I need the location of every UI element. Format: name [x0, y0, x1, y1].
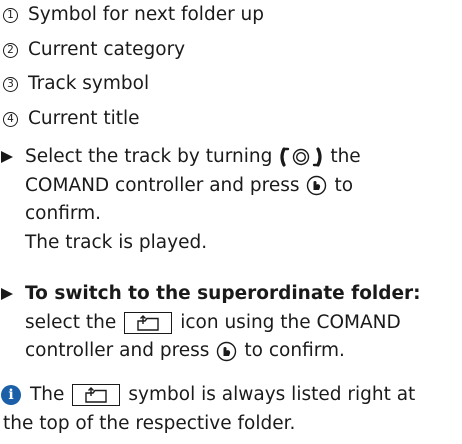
- manual-page: 1 Symbol for next folder up 2 Current ca…: [0, 0, 462, 444]
- legend-item-2: 2 Current category: [3, 36, 185, 64]
- folder-up-icon: [124, 311, 173, 334]
- step-switch-folder: To switch to the superordinate folder: s…: [0, 280, 421, 366]
- step-line-1: Select the track by turning the: [0, 143, 361, 172]
- info-icon: i: [1, 385, 21, 406]
- legend-item-3: 3 Track symbol: [3, 70, 149, 98]
- step-heading: To switch to the superordinate folder:: [25, 283, 421, 304]
- step-text: to confirm.: [244, 340, 345, 361]
- press-controller-icon: [307, 176, 327, 196]
- step-result: The track is played.: [0, 229, 361, 258]
- step-text: select the: [25, 311, 117, 333]
- turn-controller-icon: [279, 147, 323, 167]
- note-text: the top of the respective folder.: [3, 412, 296, 434]
- note-text: symbol is always listed right at: [128, 384, 416, 405]
- legend-text-3: Track symbol: [28, 73, 150, 94]
- step-line-2: select the icon using the COMAND: [0, 309, 421, 338]
- callout-number-2: 2: [3, 42, 18, 58]
- step-text: Select the track by turning: [25, 146, 273, 167]
- step-line-3: confirm.: [0, 200, 361, 229]
- step-line-3: controller and press to confirm.: [0, 337, 421, 366]
- info-note: i The symbol is always listed right at t…: [0, 381, 415, 438]
- step-text: controller and press: [25, 340, 210, 361]
- folder-up-icon: [72, 384, 121, 407]
- step-text: icon using the COMAND: [180, 311, 401, 333]
- legend-item-1: 1 Symbol for next folder up: [3, 1, 264, 29]
- callout-number-3: 3: [3, 76, 18, 92]
- step-line-2: COMAND controller and press to: [0, 172, 361, 201]
- legend-text-2: Current category: [28, 39, 186, 60]
- step-heading-line: To switch to the superordinate folder:: [0, 280, 421, 309]
- step-text: to: [334, 174, 354, 196]
- step-text: confirm.: [25, 203, 102, 224]
- step-result-text: The track is played.: [25, 231, 208, 253]
- callout-number-4: 4: [3, 111, 18, 127]
- press-controller-icon: [217, 341, 237, 361]
- legend-text-1: Symbol for next folder up: [28, 4, 265, 25]
- step-select-track: Select the track by turning the COMAND c…: [0, 143, 361, 257]
- step-text: the: [330, 146, 361, 167]
- legend-item-4: 4 Current title: [3, 105, 140, 133]
- legend-text-4: Current title: [28, 108, 140, 129]
- callout-number-1: 1: [3, 7, 18, 23]
- note-line-1: i The symbol is always listed right at: [0, 381, 415, 410]
- note-line-2: the top of the respective folder.: [0, 410, 415, 439]
- step-text: COMAND controller and press: [25, 174, 300, 196]
- note-text: The: [30, 384, 65, 405]
